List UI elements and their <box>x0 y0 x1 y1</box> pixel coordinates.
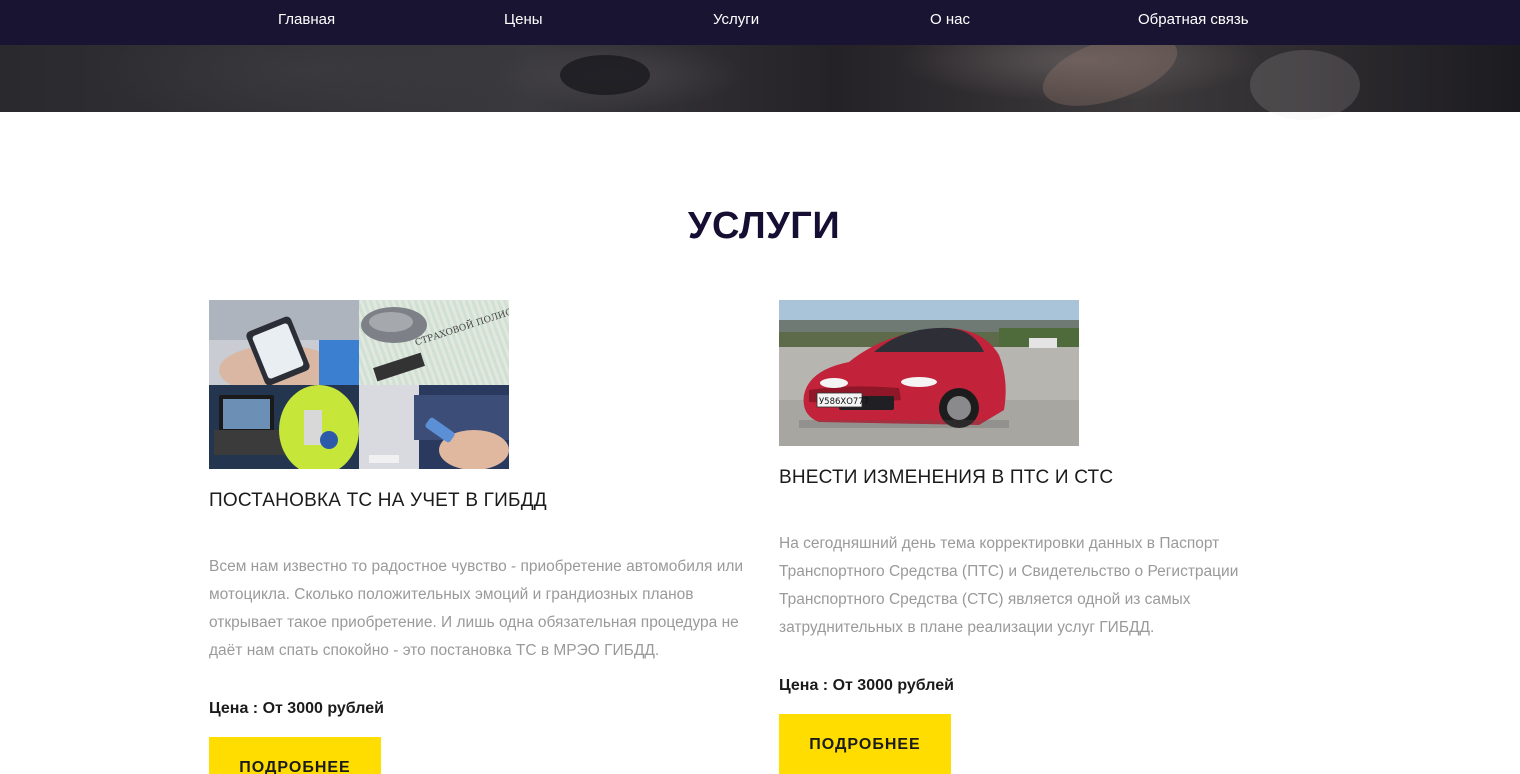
collage-illustration: СТРАХОВОЙ ПОЛИС <box>209 300 509 469</box>
service-description: На сегодняшний день тема корректировки д… <box>779 535 1239 636</box>
license-plate: У586ХО777 <box>819 397 869 407</box>
more-button[interactable]: ПОДРОБНЕЕ <box>209 737 381 774</box>
nav-link-prices[interactable]: Цены <box>504 11 543 28</box>
section-title: УСЛУГИ <box>687 205 841 247</box>
service-title: ПОСТАНОВКА ТС НА УЧЕТ В ГИБДД <box>209 490 547 511</box>
service-image-documents: У586ХО777 <box>779 300 1079 446</box>
service-image-registration: СТРАХОВОЙ ПОЛИС <box>209 300 509 469</box>
service-description: Всем нам известно то радостное чувство -… <box>209 558 744 659</box>
nav-link-home[interactable]: Главная <box>278 11 335 28</box>
hero-decor <box>1250 50 1360 120</box>
service-price: Цена : От 3000 рублей <box>209 700 384 717</box>
top-navbar: Главная Цены Услуги О нас Обратная связь <box>0 0 1520 45</box>
hero-decor <box>560 55 650 95</box>
service-price: Цена : От 3000 рублей <box>779 677 954 694</box>
nav-link-about[interactable]: О нас <box>930 11 970 28</box>
nav-link-services[interactable]: Услуги <box>713 11 759 28</box>
more-button[interactable]: ПОДРОБНЕЕ <box>779 714 951 774</box>
service-title: ВНЕСТИ ИЗМЕНЕНИЯ В ПТС И СТС <box>779 467 1114 488</box>
nav-link-feedback[interactable]: Обратная связь <box>1138 11 1249 28</box>
red-car-photo: У586ХО777 <box>779 300 1079 446</box>
